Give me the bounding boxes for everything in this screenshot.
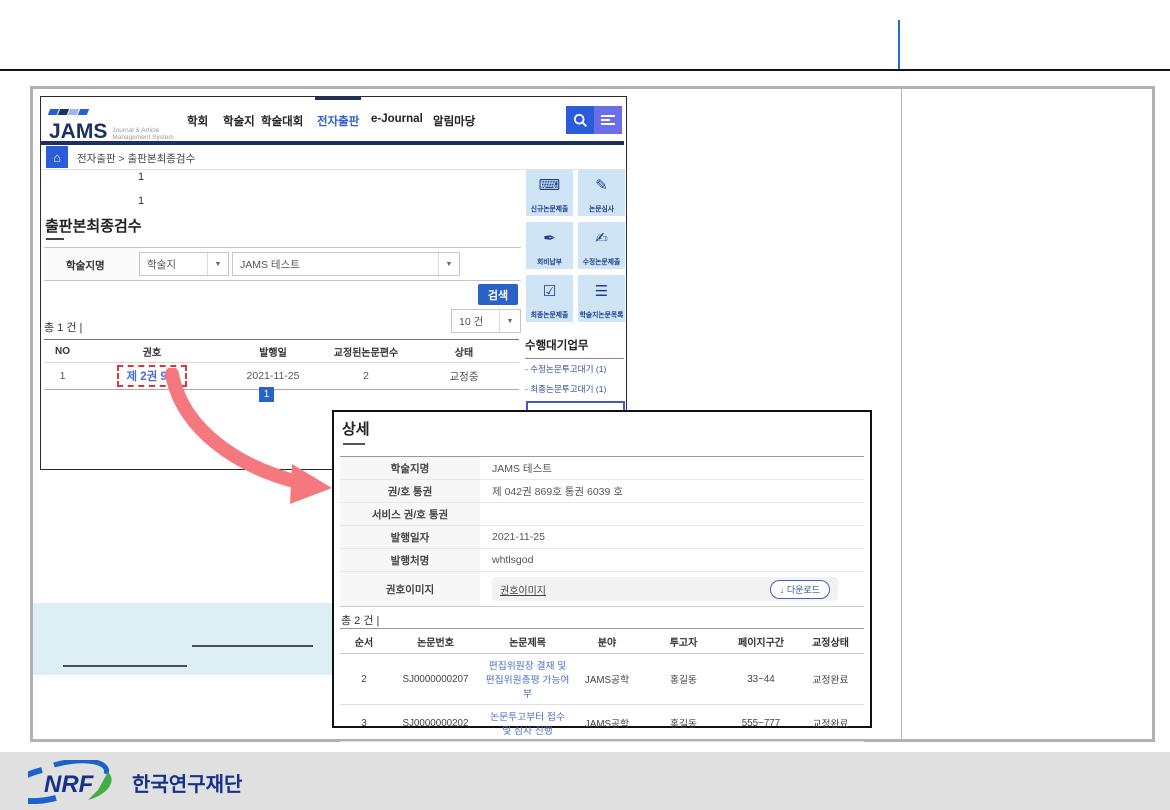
detail-popup: 상세 학술지명 JAMS 테스트 권/호 통권 제 042권 869호 통권 6… [332,410,872,728]
tile-revised-submission[interactable]: ✍ 수정논문제출 [578,222,625,269]
tile-fee-payment[interactable]: ✒ 회비납부 [526,222,573,269]
pencil-bulb-icon: ✎ [595,169,608,203]
annotation-mark-1: 1 [138,171,144,183]
menu-journal[interactable]: 학술지 [223,113,255,129]
search-form: 학술지명 학술지 ▼ JAMS 테스트 ▼ [44,247,521,281]
search-button[interactable] [566,106,594,134]
notepad-pencil-icon: ✍ [595,222,608,256]
search-icon [573,113,588,128]
quill-document-icon: ✒ [543,222,556,256]
popup-title: 상세 [342,418,370,439]
tile-paper-review[interactable]: ✎ 논문심사 [578,169,625,216]
menu-epub[interactable]: 전자출판 [317,113,359,129]
page-title: 출판본최종검수 [45,215,142,236]
breadcrumb-bar: ⌂ 전자출판 > 출판본최종검수 [41,145,624,170]
download-button[interactable]: ↓ 다운로드 [770,580,830,599]
volume-image-file: 권호이미지 ↓ 다운로드 [492,577,838,601]
nrf-org-name: 한국연구재단 [132,768,242,797]
search-submit-button[interactable]: 검색 [478,284,518,305]
callout-arrow [140,368,340,513]
top-horizontal-rule [0,69,1170,71]
tile-new-submission[interactable]: ⌨ 신규논문제출 [526,169,573,216]
hamburger-icon [601,113,615,127]
article-title-link[interactable]: 논문투고부터 접수 및 심사 진행 [490,712,565,737]
article-table: 순서 논문번호 논문제목 분야 투고자 페이지구간 교정상태 2 SJ00000… [340,628,864,742]
svg-text:NRF: NRF [44,771,95,798]
footer-bar: NRF 한국연구재단 [0,752,1170,810]
breadcrumb: 전자출판 > 출판본최종검수 [77,151,195,166]
article-row: 2 SJ0000000207 편집위원장 결재 및 편집위원총평 가능여부 JA… [340,654,864,705]
page-title-underline [46,238,64,240]
nrf-swoosh-icon: NRF [28,760,124,804]
journal-type-select[interactable]: 학술지 ▼ [139,252,229,276]
home-icon: ⌂ [53,150,61,165]
checkbox-faces-icon: ☑ [543,275,556,309]
table-header-row: NO 권호 발행일 교정된논문편수 상태 [44,340,519,363]
logo-cubes-icon [49,102,174,120]
todo-item-revised[interactable]: - 수정논문투고대기 (1) [525,363,606,375]
chevron-down-icon: ▼ [207,253,228,275]
per-page-select[interactable]: 10 건 ▼ [451,309,521,333]
journal-name-select[interactable]: JAMS 테스트 ▼ [232,252,460,276]
chevron-down-icon: ▼ [499,310,520,332]
redaction-line-1 [192,645,313,647]
menu-ejournal[interactable]: e-Journal [371,113,423,125]
annotation-mark-2: 1 [138,195,144,207]
article-title-link[interactable]: 편집위원장 결재 및 편집위원총평 가능여부 [486,661,570,700]
redaction-line-2 [63,665,187,667]
nrf-logo: NRF 한국연구재단 [28,760,242,804]
article-row: 3 SJ0000000202 논문투고부터 접수 및 심사 진행 JAMS공학 … [340,705,864,742]
chevron-down-icon: ▼ [438,253,459,275]
tile-final-submission[interactable]: ☑ 최종논문제출 [526,275,573,322]
jams-logo[interactable]: JAMS Journal & ArticleManagement System [49,102,174,144]
tile-article-list[interactable]: ☰ 학술지논문목록 [578,275,625,322]
popup-result-count: 총 2 건 | [341,612,379,628]
frame-column-divider [901,89,902,739]
menu-society[interactable]: 학회 [187,113,208,129]
slide-page: JAMS Journal & ArticleManagement System … [0,0,1170,810]
todo-item-final[interactable]: - 최종논문투고대기 (1) [525,383,606,395]
home-button[interactable]: ⌂ [46,146,68,168]
top-vertical-divider [898,20,900,70]
menu-notice[interactable]: 알림마당 [433,113,475,129]
popup-title-underline [343,443,365,445]
active-menu-bar [315,97,361,100]
menu-conference[interactable]: 학술대회 [261,113,303,129]
volume-image-link[interactable]: 권호이미지 [500,582,546,597]
checklist-icon: ☰ [595,275,608,309]
all-menu-button[interactable] [594,106,622,134]
search-field-label: 학술지명 [66,258,105,273]
keyboard-icon: ⌨ [539,169,561,203]
detail-table: 학술지명 JAMS 테스트 권/호 통권 제 042권 869호 통권 6039… [340,456,864,607]
todo-heading: 수행대기업무 [525,337,624,359]
result-count: 총 1 건 | [44,319,82,335]
article-header-row: 순서 논문번호 논문제목 분야 투고자 페이지구간 교정상태 [340,629,864,654]
